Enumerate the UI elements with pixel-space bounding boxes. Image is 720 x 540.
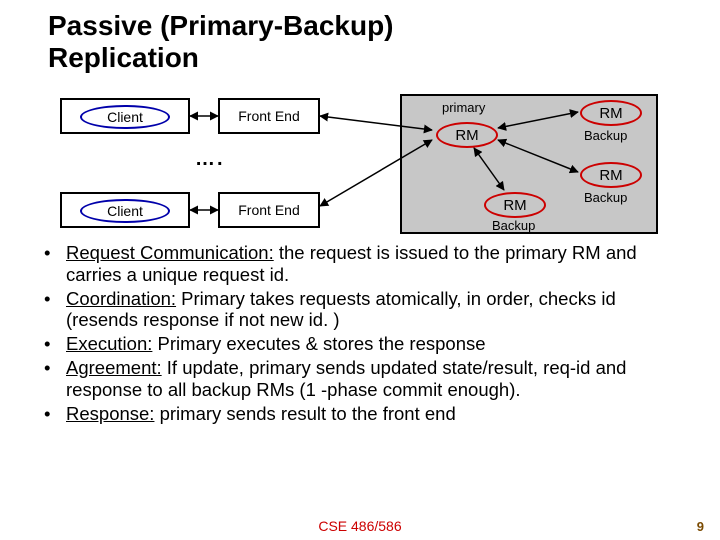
title-line-2: Replication <box>48 42 199 73</box>
bullet-3-rest: Primary executes & stores the response <box>152 333 485 354</box>
client-oval-top: Client <box>80 105 170 129</box>
rm-backup1-text: RM <box>599 105 622 122</box>
bullet-5-rest: primary sends result to the front end <box>154 403 455 424</box>
bullet-1: • Request Communication: the request is … <box>44 242 680 286</box>
rm-primary-oval: RM <box>436 122 498 148</box>
bullet-5-head: Response: <box>66 403 154 424</box>
footer-course: CSE 486/586 <box>0 518 720 534</box>
bullet-5: • Response: primary sends result to the … <box>44 403 680 425</box>
rm-cluster-box: primary RM RM Backup RM Backup RM Backup <box>400 94 658 234</box>
rm-backup2-text: RM <box>599 167 622 184</box>
slide: Passive (Primary-Backup) Replication Cli… <box>0 0 720 540</box>
bullet-1-head: Request Communication: <box>66 242 274 263</box>
rm-backup3-text: RM <box>503 197 526 214</box>
slide-title: Passive (Primary-Backup) Replication <box>48 10 394 74</box>
rm-backup2-oval: RM <box>580 162 642 188</box>
frontend-label-bottom: Front End <box>220 194 318 226</box>
client-label-bottom: Client <box>107 203 143 219</box>
title-line-1: Passive (Primary-Backup) <box>48 10 394 41</box>
backup2-label: Backup <box>584 190 627 205</box>
frontend-box-bottom: Front End <box>218 192 320 228</box>
rm-primary-text: RM <box>455 127 478 144</box>
bullet-2: • Coordination: Primary takes requests a… <box>44 288 680 332</box>
bullet-3: • Execution: Primary executes & stores t… <box>44 333 680 355</box>
backup3-label: Backup <box>492 218 535 233</box>
ellipsis-icon: …. <box>195 148 225 171</box>
primary-label: primary <box>442 100 485 115</box>
page-number: 9 <box>697 519 704 534</box>
frontend-label-top: Front End <box>220 100 318 132</box>
bullet-list: • Request Communication: the request is … <box>44 242 680 427</box>
rm-backup3-oval: RM <box>484 192 546 218</box>
bullet-2-head: Coordination: <box>66 288 176 309</box>
client-box-top: Client <box>60 98 190 134</box>
bullet-4: • Agreement: If update, primary sends up… <box>44 357 680 401</box>
bullet-4-head: Agreement: <box>66 357 162 378</box>
bullet-3-head: Execution: <box>66 333 152 354</box>
frontend-box-top: Front End <box>218 98 320 134</box>
client-oval-bottom: Client <box>80 199 170 223</box>
client-label-top: Client <box>107 109 143 125</box>
backup1-label: Backup <box>584 128 627 143</box>
client-box-bottom: Client <box>60 192 190 228</box>
rm-backup1-oval: RM <box>580 100 642 126</box>
